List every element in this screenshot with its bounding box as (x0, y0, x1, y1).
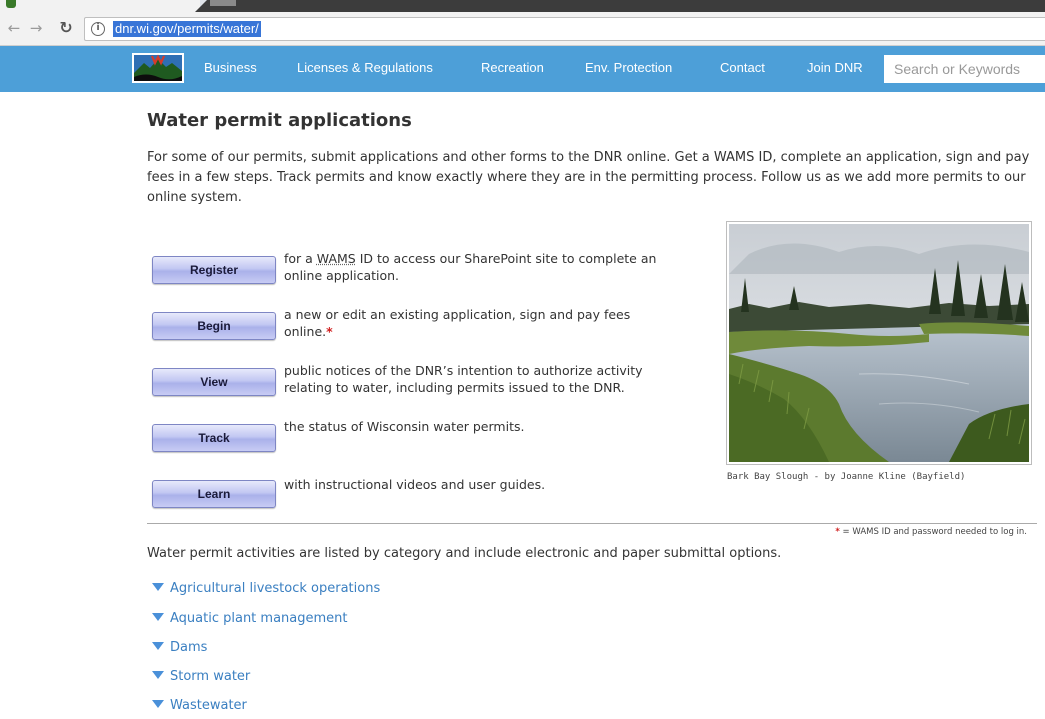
address-url[interactable]: dnr.wi.gov/permits/water/ (113, 21, 261, 37)
favicon-icon (6, 0, 16, 8)
address-bar[interactable]: i dnr.wi.gov/permits/water/ (84, 17, 1045, 41)
category-agricultural-livestock[interactable]: Agricultural livestock operations (152, 581, 380, 596)
browser-tab-active[interactable] (0, 0, 200, 12)
expand-triangle-icon (152, 613, 164, 621)
view-button[interactable]: View (152, 368, 276, 396)
nav-env-protection[interactable]: Env. Protection (585, 60, 672, 76)
register-button[interactable]: Register (152, 256, 276, 284)
nav-business[interactable]: Business (204, 60, 257, 76)
expand-triangle-icon (152, 583, 164, 591)
landscape-photo (726, 221, 1032, 465)
learn-button[interactable]: Learn (152, 480, 276, 508)
footnote: * = WAMS ID and password needed to log i… (820, 527, 1027, 537)
expand-triangle-icon (152, 642, 164, 650)
divider (147, 523, 1037, 524)
view-description: public notices of the DNR’s intention to… (284, 363, 643, 395)
browser-tab-background (195, 0, 1045, 12)
begin-button[interactable]: Begin (152, 312, 276, 340)
wams-abbreviation: WAMS (316, 251, 356, 266)
expand-triangle-icon (152, 671, 164, 679)
dnr-logo[interactable] (132, 53, 184, 83)
category-dams[interactable]: Dams (152, 640, 207, 655)
category-storm-water[interactable]: Storm water (152, 669, 250, 684)
nav-recreation[interactable]: Recreation (481, 60, 544, 76)
photo-caption: Bark Bay Slough - by Joanne Kline (Bayfi… (727, 472, 966, 482)
nav-licenses-regulations[interactable]: Licenses & Regulations (297, 60, 433, 76)
register-description: for a WAMS ID to access our SharePoint s… (284, 251, 657, 283)
required-mark: * (326, 324, 333, 339)
site-nav-bar: Business Licenses & Regulations Recreati… (0, 46, 1045, 92)
page-title: Water permit applications (147, 110, 412, 131)
track-description: the status of Wisconsin water permits. (284, 419, 525, 434)
back-arrow-icon[interactable]: ← (4, 18, 24, 38)
activities-intro: Water permit activities are listed by ca… (147, 546, 782, 561)
bark-bay-slough-image (729, 224, 1029, 462)
info-icon[interactable]: i (91, 22, 105, 36)
learn-description: with instructional videos and user guide… (284, 477, 546, 492)
begin-description: a new or edit an existing application, s… (284, 307, 631, 339)
expand-triangle-icon (152, 700, 164, 708)
nav-contact[interactable]: Contact (720, 60, 765, 76)
footnote-text: = WAMS ID and password needed to log in. (839, 527, 1027, 537)
search-input[interactable] (884, 55, 1045, 83)
forward-arrow-icon[interactable]: → (26, 18, 46, 38)
nav-join-dnr[interactable]: Join DNR (807, 60, 863, 76)
intro-paragraph: For some of our permits, submit applicat… (147, 150, 1030, 205)
browser-tabstrip (0, 0, 1045, 12)
category-aquatic-plant[interactable]: Aquatic plant management (152, 611, 348, 626)
browser-new-tab[interactable] (210, 0, 236, 6)
track-button[interactable]: Track (152, 424, 276, 452)
browser-toolbar: ← → ↻ i dnr.wi.gov/permits/water/ (0, 12, 1045, 46)
category-wastewater[interactable]: Wastewater (152, 698, 247, 713)
reload-icon[interactable]: ↻ (56, 18, 76, 38)
